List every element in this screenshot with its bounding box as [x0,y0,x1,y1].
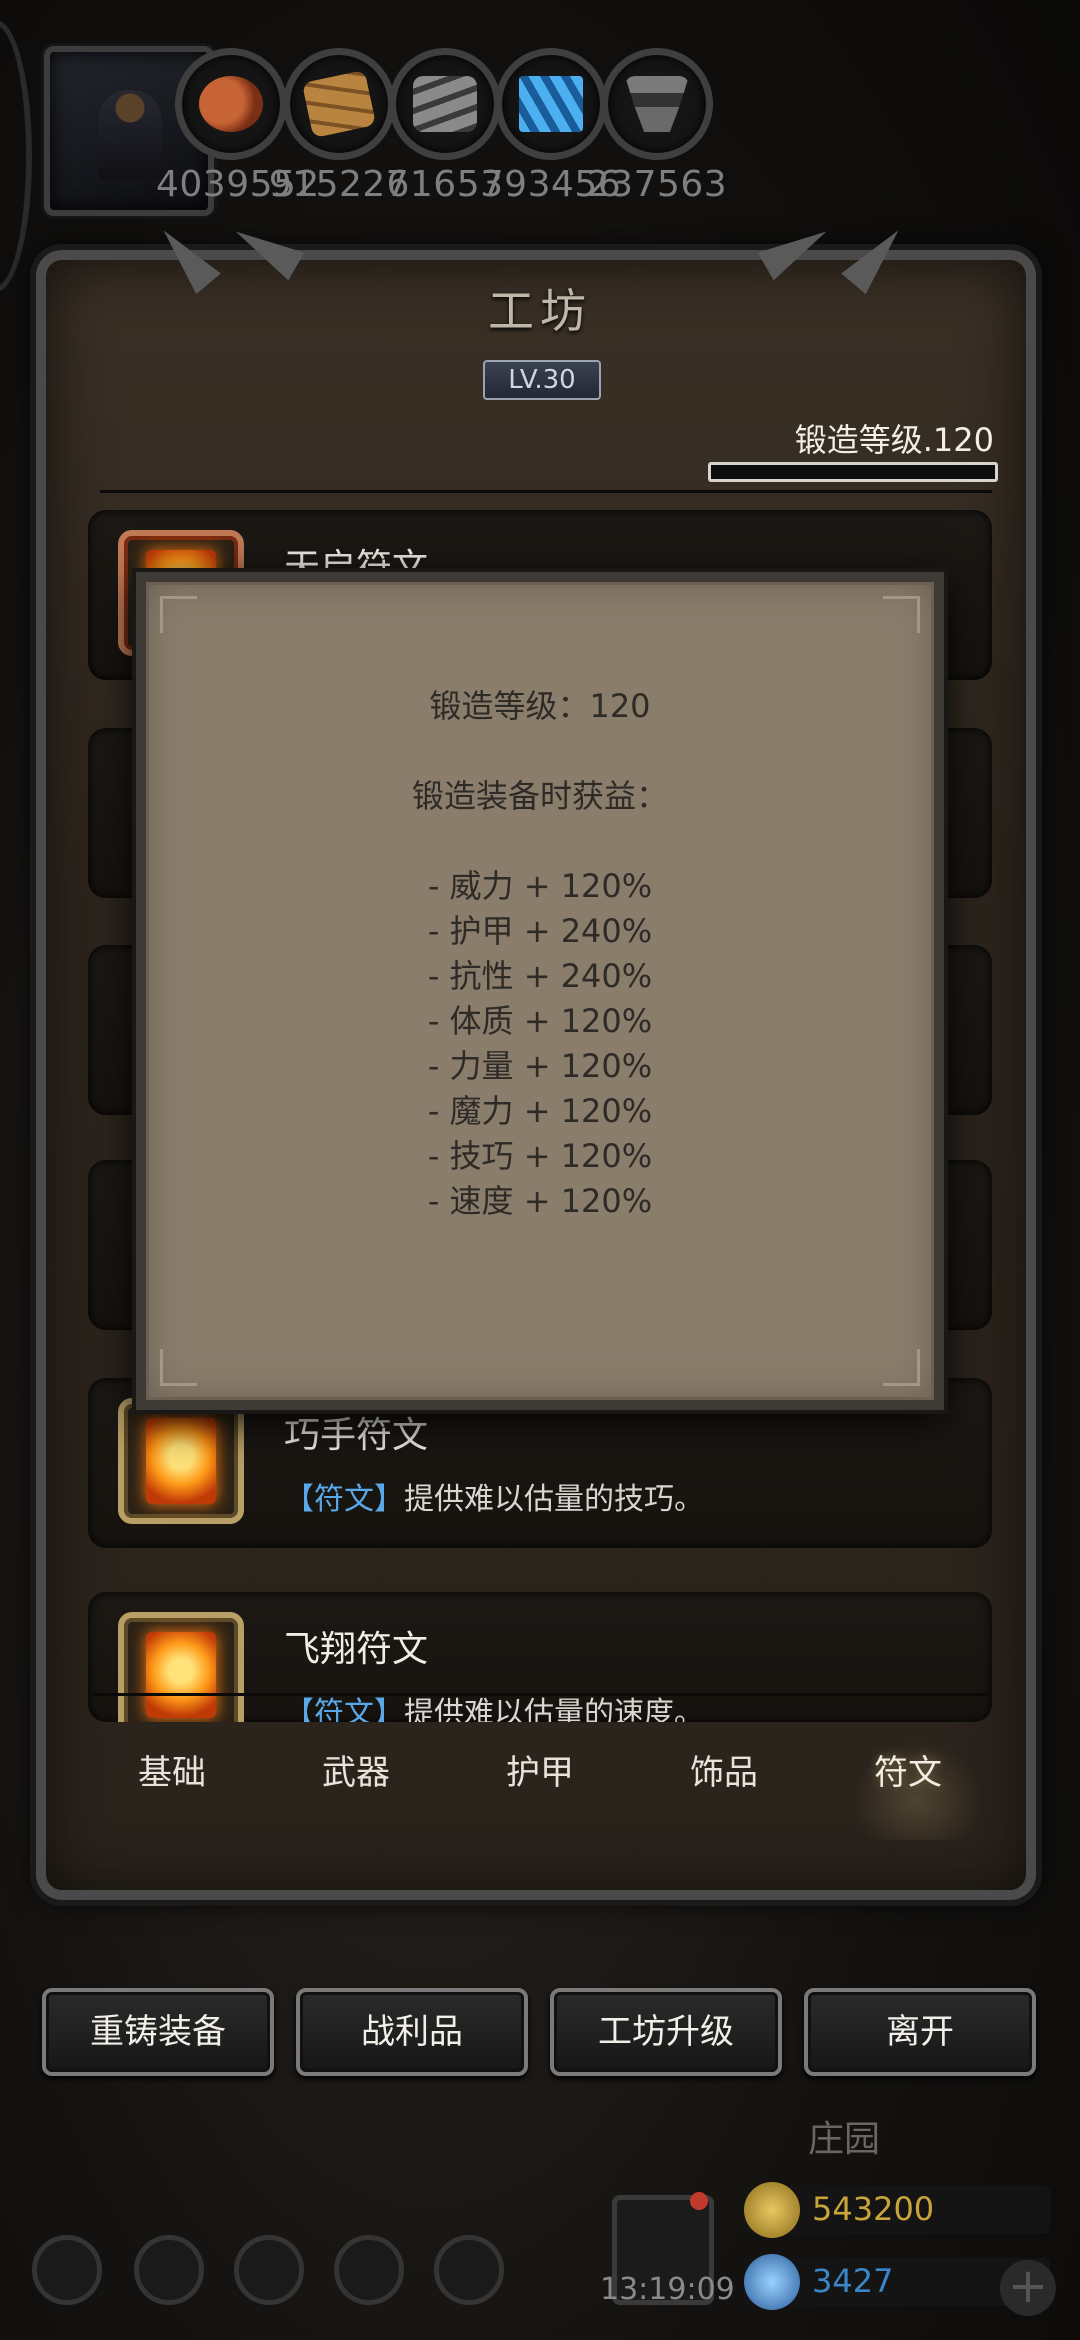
page-title: 工坊 [488,284,592,338]
gem-value: 3427 [812,2262,894,2300]
tab-rune[interactable]: 符文 [816,1745,1000,1794]
workshop-level-badge: LV.30 [483,360,601,400]
workshop-title-wrap: 工坊 [0,275,1080,341]
resource-anvil[interactable]: 237563 [582,48,732,205]
bonus-item: - 技巧 + 120% [427,1137,653,1175]
tab-weapon[interactable]: 武器 [264,1745,448,1794]
forge-level-popup[interactable]: 锻造等级：120 锻造装备时获益： - 威力 + 120% - 护甲 + 240… [136,572,944,1410]
gold-value: 543200 [812,2190,935,2228]
popup-forge-level: 锻造等级：120 [429,687,651,725]
forge-level-label: 锻造等级.120 [794,421,994,459]
clock: 13:19:09 [600,2272,735,2307]
forge-progress-bar[interactable] [708,462,998,482]
gold-coin-icon [744,2182,800,2238]
forge-progress-fill [711,465,995,479]
popup-gain-heading: 锻造装备时获益： [411,777,668,815]
rune-tag: 【符文】 [284,1482,404,1517]
portrait-figure [98,90,162,180]
bonus-list: - 威力 + 120% - 护甲 + 240% - 抗性 + 240% - 体质… [146,864,934,1224]
shop-icon[interactable] [234,2235,304,2305]
divider [100,490,992,493]
medal-icon[interactable] [134,2235,204,2305]
tab-armor[interactable]: 护甲 [448,1745,632,1794]
anvil-icon [601,48,713,160]
popup-corner [883,596,920,633]
tab-accessory[interactable]: 饰品 [632,1745,816,1794]
rune-name: 巧手符文 [284,1415,429,1456]
popup-corner [160,1349,197,1386]
resource-value: 237563 [586,164,728,205]
list-item-rune[interactable]: 飞翔符文 【符文】提供难以估量的速度。 [88,1592,992,1722]
tab-basic[interactable]: 基础 [80,1745,264,1794]
add-currency-button[interactable]: + [1000,2260,1056,2316]
manor-label: 庄园 [808,2119,881,2160]
workshop-upgrade-button[interactable]: 工坊升级 [550,1988,782,2076]
bonus-item: - 魔力 + 120% [427,1092,653,1130]
side-menu-arc[interactable] [0,20,32,292]
category-tabs: 基础 武器 护甲 饰品 符文 [80,1745,1000,1794]
notification-dot [690,2192,708,2210]
resource-bar: 4039552 915227 61653 793456 237563 [0,0,1080,292]
popup-corner [883,1349,920,1386]
rune-icon [146,1418,216,1504]
bonus-item: - 抗性 + 240% [427,957,653,995]
rune-icon-frame [118,1398,244,1524]
mail-icon[interactable] [334,2235,404,2305]
rune-desc-text: 提供难以估量的技巧。 [404,1482,704,1517]
bonus-item: - 力量 + 120% [427,1047,653,1085]
bonus-item: - 威力 + 120% [427,867,653,905]
bonus-item: - 护甲 + 240% [427,912,653,950]
rune-name: 飞翔符文 [284,1629,429,1670]
bonus-item: - 速度 + 120% [427,1182,653,1220]
rune-icon [146,1632,216,1718]
guild-icon[interactable] [434,2235,504,2305]
rune-desc-text: 提供难以估量的速度。 [404,1696,704,1722]
popup-corner [160,596,197,633]
reforge-button[interactable]: 重铸装备 [42,1988,274,2076]
loot-button[interactable]: 战利品 [296,1988,528,2076]
leave-button[interactable]: 离开 [804,1988,1036,2076]
rune-icon-frame [118,1612,244,1722]
rune-tag: 【符文】 [284,1696,404,1722]
gem-icon [744,2254,800,2310]
popup-content: 锻造等级：120 锻造装备时获益： - 威力 + 120% - 护甲 + 240… [146,684,934,1224]
settings-icon[interactable] [32,2235,102,2305]
bonus-item: - 体质 + 120% [427,1002,653,1040]
rune-description: 【符文】提供难以估量的技巧。 [284,1474,704,1518]
tab-divider [92,1693,988,1696]
